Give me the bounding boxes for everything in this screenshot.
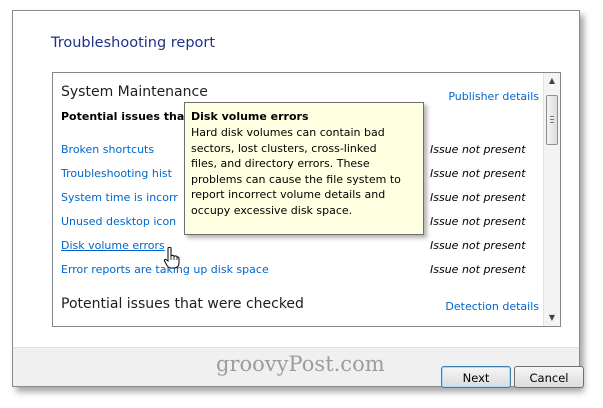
scrollbar-thumb[interactable]: [546, 95, 558, 145]
publisher-details-link[interactable]: Publisher details: [448, 90, 539, 103]
issue-link-unused-desktop-icons[interactable]: Unused desktop icon: [61, 215, 176, 228]
tooltip-title: Disk volume errors: [191, 110, 309, 123]
issue-link-broken-shortcuts[interactable]: Broken shortcuts: [61, 143, 154, 156]
tooltip-line: problems can cause the file system to: [191, 172, 401, 186]
page-title: Troubleshooting report: [51, 35, 216, 51]
issue-status: Issue not present: [430, 263, 526, 276]
section-title-system-maintenance: System Maintenance: [61, 84, 208, 100]
scroll-up-arrow-icon[interactable]: ▲: [544, 73, 560, 89]
potential-issues-subheading: Potential issues that: [61, 110, 190, 123]
vertical-scrollbar[interactable]: ▲ ▼: [543, 73, 560, 326]
next-button[interactable]: Next: [441, 366, 511, 388]
detection-details-link[interactable]: Detection details: [445, 300, 539, 313]
report-content: Troubleshooting report System Maintenanc…: [13, 11, 579, 348]
watermark: groovyPost.com: [216, 352, 385, 376]
scroll-down-arrow-icon[interactable]: ▼: [544, 310, 560, 326]
tooltip-disk-volume-errors: Disk volume errors Hard disk volumes can…: [184, 102, 424, 235]
issue-status: Issue not present: [430, 167, 526, 180]
tooltip-line: report incorrect volume details and: [191, 188, 386, 201]
tooltip-line: files, and directory errors. These: [191, 157, 370, 170]
issue-link-troubleshooting-history[interactable]: Troubleshooting hist: [61, 167, 172, 180]
issue-status: Issue not present: [430, 191, 526, 204]
tooltip-line: occupy excessive disk space.: [191, 203, 353, 217]
tooltip-line: Hard disk volumes can contain bad: [191, 126, 385, 139]
issue-link-disk-volume-errors[interactable]: Disk volume errors: [61, 239, 165, 252]
hand-cursor-icon: [163, 247, 180, 269]
tooltip-line: sectors, lost clusters, cross-linked: [191, 141, 377, 155]
issue-status: Issue not present: [430, 143, 526, 156]
troubleshooting-window: Troubleshooting report System Maintenanc…: [12, 10, 584, 388]
issue-link-system-time[interactable]: System time is incorr: [61, 191, 178, 204]
tooltip-body: Hard disk volumes can contain bad sector…: [191, 125, 416, 218]
issue-status: Issue not present: [430, 215, 526, 228]
cancel-button[interactable]: Cancel: [514, 366, 584, 388]
section-title-issues-checked: Potential issues that were checked: [61, 296, 304, 312]
issue-status: Issue not present: [430, 239, 526, 252]
